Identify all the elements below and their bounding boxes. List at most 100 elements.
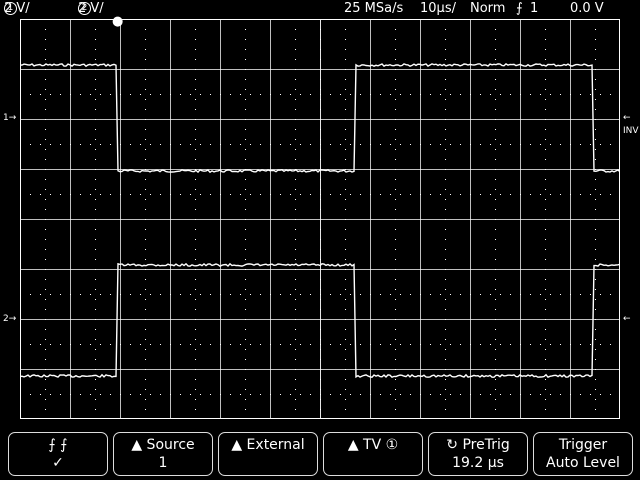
grid-dot: [95, 339, 96, 340]
grid-dot: [245, 319, 246, 320]
grid-dot: [545, 19, 546, 20]
softkey-slope[interactable]: ⨍ ⨍ ✓: [8, 432, 108, 476]
grid-dot: [560, 344, 561, 345]
grid-dot: [445, 239, 446, 240]
timebase: 10µs/: [420, 1, 456, 16]
grid-dot: [170, 194, 171, 195]
grid-dot: [395, 119, 396, 120]
grid-dot: [140, 394, 141, 395]
grid-dot: [300, 344, 301, 345]
grid-dot: [295, 299, 296, 300]
softkey-source[interactable]: ▲ Source 1: [113, 432, 213, 476]
grid-dot: [490, 394, 491, 395]
grid-dot: [390, 344, 391, 345]
grid-dot: [195, 319, 196, 320]
softkey-trigger-auto-level[interactable]: Trigger Auto Level: [533, 432, 633, 476]
grid-dot: [70, 194, 71, 195]
grid-dot: [245, 209, 246, 210]
grid-dot: [45, 199, 46, 200]
grid-dot: [260, 394, 261, 395]
grid-dot: [95, 59, 96, 60]
grid-dot: [140, 344, 141, 345]
grid-dot: [495, 309, 496, 310]
grid-dot: [195, 289, 196, 290]
grid-dot: [330, 94, 331, 95]
grid-dot: [445, 59, 446, 60]
grid-dot: [595, 59, 596, 60]
grid-dot: [430, 194, 431, 195]
grid-dot: [90, 394, 91, 395]
grid-dot: [350, 194, 351, 195]
grid-dot: [320, 19, 321, 20]
grid-dot: [95, 149, 96, 150]
grid-dot: [295, 409, 296, 410]
softkey-tv[interactable]: ▲ TV ①: [323, 432, 423, 476]
grid-dot: [45, 339, 46, 340]
grid-dot: [160, 394, 161, 395]
grid-dot: [595, 129, 596, 130]
grid-dot: [45, 59, 46, 60]
softkey-external[interactable]: ▲ External: [218, 432, 318, 476]
grid-dot: [510, 344, 511, 345]
grid-dot: [40, 144, 41, 145]
grid-dot: [395, 79, 396, 80]
grid-dot: [45, 259, 46, 260]
grid-dot: [150, 394, 151, 395]
grid-dot: [145, 319, 146, 320]
grid-dot: [595, 389, 596, 390]
grid-dot: [295, 99, 296, 100]
grid-dot: [600, 294, 601, 295]
grid-dot: [240, 194, 241, 195]
grid-dot: [290, 144, 291, 145]
grid-dot: [395, 379, 396, 380]
grid-dot: [410, 144, 411, 145]
grid-dot: [190, 294, 191, 295]
softkey-pretrig[interactable]: ↻ PreTrig 19.2 µs: [428, 432, 528, 476]
grid-dot: [160, 94, 161, 95]
grid-dot: [320, 394, 321, 395]
grid-dot: [310, 94, 311, 95]
grid-dot: [610, 94, 611, 95]
grid-dot: [330, 144, 331, 145]
grid-dot: [320, 249, 321, 250]
grid-dot: [440, 94, 441, 95]
grid-dot: [20, 394, 21, 395]
grid-dot: [295, 369, 296, 370]
grid-dot: [145, 69, 146, 70]
grid-dot: [250, 344, 251, 345]
grid-dot: [495, 169, 496, 170]
waveform-display[interactable]: [20, 19, 620, 419]
grid-dot: [480, 394, 481, 395]
grid-dot: [545, 39, 546, 40]
ch1-number-icon: 1: [4, 2, 17, 15]
grid-dot: [540, 344, 541, 345]
grid-dot: [245, 119, 246, 120]
grid-dot: [170, 394, 171, 395]
ch2-ground-marker[interactable]: 2→: [3, 314, 16, 324]
grid-dot: [270, 394, 271, 395]
grid-dot: [595, 279, 596, 280]
grid-dot: [395, 149, 396, 150]
grid-dot: [530, 394, 531, 395]
grid-dot: [345, 109, 346, 110]
ch1-ground-marker[interactable]: 1→: [3, 113, 16, 123]
grid-dot: [360, 294, 361, 295]
grid-dot: [130, 144, 131, 145]
grid-dot: [595, 119, 596, 120]
grid-dot: [290, 344, 291, 345]
grid-dot: [90, 144, 91, 145]
grid-dot: [45, 219, 46, 220]
grid-dot: [595, 189, 596, 190]
grid-dot: [530, 144, 531, 145]
grid-dot: [130, 394, 131, 395]
grid-dot: [595, 139, 596, 140]
grid-dot: [445, 49, 446, 50]
grid-dot: [145, 349, 146, 350]
grid-dot: [345, 49, 346, 50]
grid-dot: [230, 294, 231, 295]
grid-dot: [570, 344, 571, 345]
grid-dot: [545, 329, 546, 330]
grid-dot: [545, 29, 546, 30]
grid-dot: [345, 309, 346, 310]
grid-dot: [545, 249, 546, 250]
